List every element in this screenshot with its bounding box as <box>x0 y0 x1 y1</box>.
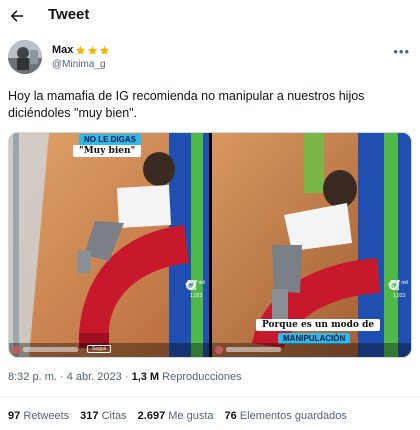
video-frame-left[interactable]: NO LE DIGAS "Muy bien" 26,2 mil 1,023 Se… <box>9 133 209 357</box>
video-frame-right[interactable]: Porque es un modo de MANIPULACIÓN 26,2 m… <box>212 133 411 357</box>
stat-count: 2.697 <box>137 410 166 422</box>
bookmarks-stat[interactable]: 76 Elementos guardados <box>225 410 347 422</box>
reel-avatar[interactable] <box>215 346 223 354</box>
quotes-stat[interactable]: 317 Citas <box>80 410 126 422</box>
stat-label: Retweets <box>23 410 70 422</box>
more-options-icon[interactable]: ••• <box>393 44 410 59</box>
author-name[interactable]: Max <box>52 44 73 56</box>
tweet-stats: 97 Retweets 317 Citas 2.697 Me gusta 76 … <box>8 410 347 422</box>
stat-label: Citas <box>101 410 127 422</box>
tweet-header: Tweet <box>0 0 420 32</box>
tweet-meta: 8:32 p. m. · 4 abr. 2023 · 1,3 M Reprodu… <box>8 371 242 383</box>
reel-footer: Seguir <box>9 343 209 357</box>
reel-avatar[interactable] <box>12 346 20 354</box>
send-icon[interactable] <box>388 279 400 291</box>
author-name-row: Max <box>52 43 110 57</box>
reel-actions: 26,2 mil 1,023 <box>388 279 410 305</box>
video-caption: Porque es un modo de <box>256 319 381 331</box>
stat-label: Me gusta <box>168 410 214 422</box>
star-icon <box>76 45 86 55</box>
follow-button[interactable]: Seguir <box>87 345 112 353</box>
star-icon <box>100 45 110 55</box>
send-icon[interactable] <box>185 279 197 291</box>
retweets-stat[interactable]: 97 Retweets <box>8 410 69 422</box>
reel-actions: 26,2 mil 1,023 <box>185 279 207 305</box>
comment-count: 1,023 <box>392 293 406 299</box>
tweet-text: Hoy la mamafia de IG recomienda no manip… <box>8 89 365 120</box>
views-count: 1,3 M <box>131 371 160 383</box>
meta-separator: · <box>124 371 129 383</box>
meta-separator: · <box>59 371 64 383</box>
views-label: Reproducciones <box>162 371 242 383</box>
reel-username[interactable] <box>226 347 281 352</box>
author-handle[interactable]: @Minima_g <box>52 59 106 70</box>
divider <box>0 396 420 397</box>
comment-count: 1,023 <box>189 293 203 299</box>
star-icon <box>88 45 98 55</box>
avatar[interactable] <box>8 40 42 74</box>
tweet-author: Max @Minima_g ••• <box>8 40 412 78</box>
arrow-left-icon[interactable] <box>8 7 26 25</box>
reel-username[interactable] <box>23 347 78 352</box>
reel-footer <box>212 343 411 357</box>
tweet-media[interactable]: NO LE DIGAS "Muy bien" 26,2 mil 1,023 Se… <box>8 132 412 358</box>
video-caption-tag: NO LE DIGAS <box>79 134 142 145</box>
stat-label: Elementos guardados <box>239 410 347 422</box>
tweet-time[interactable]: 8:32 p. m. <box>8 371 57 383</box>
page-title: Tweet <box>48 6 90 23</box>
playground-scene-image <box>9 133 209 357</box>
stat-count: 76 <box>224 410 237 422</box>
stat-count: 317 <box>80 410 99 422</box>
likes-stat[interactable]: 2.697 Me gusta <box>138 410 214 422</box>
video-caption: "Muy bien" <box>73 145 142 157</box>
tweet-date[interactable]: 4 abr. 2023 <box>67 371 122 383</box>
stat-count: 97 <box>8 410 21 422</box>
